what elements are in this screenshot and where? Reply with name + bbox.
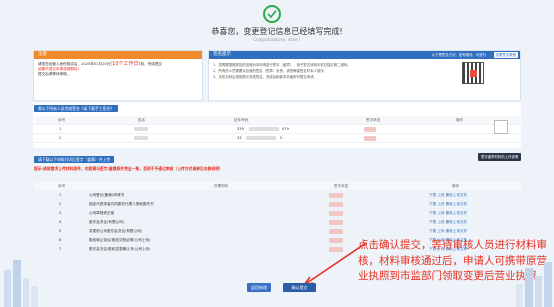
material-name: 股东会决议/股权变更确认书(公司上传) (89, 247, 151, 251)
material-name: 股东会决议(有限公司) (89, 220, 125, 224)
qr-code-icon[interactable] (462, 62, 484, 84)
materials-warning: 提示/请按要求上传材料原件，内容需与签字/盖章原件完全一致，否则不予通过审核（上… (34, 166, 223, 171)
row-no: 3 (59, 211, 62, 215)
notice-panel: 注意 请您在经营人身份核实后，2025年01月10日(10个工作日)前，完成提交… (33, 50, 203, 101)
col-action: 操作 (452, 184, 460, 188)
back-edit-button[interactable]: 返回修改 (247, 283, 271, 292)
name-blurred (134, 136, 148, 140)
signer-download-button[interactable]: 需以下所有人员完成签名《或下载手工签名》 (34, 105, 118, 112)
row-no: 1 (59, 127, 62, 131)
material-actions[interactable]: 下载 上传 删除上传文件 (429, 191, 467, 200)
table-row: 3 公司章程修正案 下载 上传 删除上传文件 (34, 209, 522, 218)
status-blurred (364, 136, 376, 141)
success-check-icon (263, 5, 281, 23)
notice-warning: 逾期不提交申请将被删除! (38, 67, 79, 71)
id-start: 33 (237, 136, 242, 140)
sign-panel: 签名提示 以下是签名方法，如有疑问，可进行 查看签名教程 1、您需要按照规范的流… (208, 50, 521, 101)
sign-heading: 签名提示 (213, 52, 231, 57)
material-name: 变更前公司股东会决议(有限公司) (89, 229, 143, 233)
material-name: 公司登记(备案)申请书 (89, 193, 125, 197)
name-blurred (134, 127, 148, 131)
col-status: 签字状态 (334, 184, 349, 188)
materials-download-button[interactable]: 请下载以下材料打印后签字（盖章）并上传 (34, 156, 115, 163)
row-no: 4 (59, 220, 62, 224)
signer-table-header: 序号 姓名 证件号码 签字状态 操作 (34, 116, 522, 125)
status-blurred (329, 202, 343, 207)
table-row: 1 339 079 (34, 120, 522, 134)
sign-tip-3: 3、手机扫码后请按提示完成签名，完成后刷新本页面即可提交申请。 (213, 75, 317, 79)
success-header: 恭喜您，变更登记信息已经填写完成! Congratulations, done … (0, 0, 554, 44)
status-blurred (364, 127, 376, 132)
col-no: 序号 (58, 118, 66, 122)
id-end: 5 (280, 136, 283, 140)
material-actions[interactable]: 下载 上传 删除上传文件 (429, 227, 467, 236)
materials-table-header: 序号 所需材料 签字状态 操作 (34, 182, 522, 191)
qr-thumb-icon[interactable] (494, 120, 508, 134)
material-name: 指定代表或者共同委托代理人授权委托书 (89, 202, 154, 206)
material-actions[interactable]: 下载 上传 删除上传文件 (429, 200, 467, 209)
row-no: 2 (59, 202, 62, 206)
upload-guide-button[interactable]: 签字盖章材料的上传说明 (478, 153, 522, 161)
notice-heading: 注意 (34, 51, 202, 59)
col-status: 签字状态 (366, 118, 381, 122)
col-action: 操作 (456, 118, 464, 122)
sign-tutorial-hint: 以下是签名方法，如有疑问，可进行 (431, 53, 486, 57)
row-no: 2 (59, 136, 62, 140)
material-actions[interactable]: 下载 上传 删除上传文件 (429, 218, 467, 227)
material-name: 公司章程修正案 (89, 211, 115, 215)
page-subtitle: Congratulations, done ! (253, 37, 301, 42)
status-blurred (329, 229, 343, 234)
row-no: 7 (59, 247, 62, 251)
status-blurred (329, 220, 343, 225)
col-material: 所需材料 (214, 184, 229, 188)
deadline-date: 2025年01月10日 (81, 62, 111, 66)
id-end: 079 (282, 127, 289, 131)
status-blurred (329, 211, 343, 216)
city-skyline-icon (4, 260, 38, 307)
material-actions[interactable]: 下载 上传 删除上传文件 (429, 209, 467, 218)
table-row: 5 变更前公司股东会决议(有限公司) 下载 上传 删除上传文件 (34, 227, 522, 236)
table-row: 1 公司登记(备案)申请书 下载 上传 删除上传文件 (34, 191, 522, 200)
view-tutorial-button[interactable]: 查看签名教程 (493, 52, 518, 58)
confirm-submit-button[interactable]: 确认提交 (283, 283, 316, 292)
col-name: 姓名 (138, 118, 146, 122)
col-id: 证件号码 (234, 118, 249, 122)
row-no: 6 (59, 238, 62, 242)
id-blurred (246, 136, 276, 140)
col-no: 序号 (58, 184, 66, 188)
deadline-limit: (10个工作日) (110, 61, 141, 67)
material-name: 股权转让协议/股权交割证明(公司上传) (89, 238, 151, 242)
status-blurred (329, 193, 343, 198)
id-blurred (249, 127, 279, 131)
row-no: 5 (59, 229, 62, 233)
table-row: 4 股东会决议(有限公司) 下载 上传 删除上传文件 (34, 218, 522, 227)
table-row: 2 指定代表或者共同委托代理人授权委托书 下载 上传 删除上传文件 (34, 200, 522, 209)
id-start: 339 (237, 127, 244, 131)
city-skyline-icon (516, 262, 552, 307)
row-no: 1 (59, 193, 62, 197)
page-title: 恭喜您，变更登记信息已经填写完成! (211, 27, 343, 36)
notice-text-2: 前，完成提交 (140, 62, 163, 66)
notice-text: 请您在经营人身份核实后， (38, 62, 82, 66)
table-row: 2 33 5 (34, 134, 522, 143)
notice-wait: 提交后请等待审核。 (38, 72, 71, 76)
